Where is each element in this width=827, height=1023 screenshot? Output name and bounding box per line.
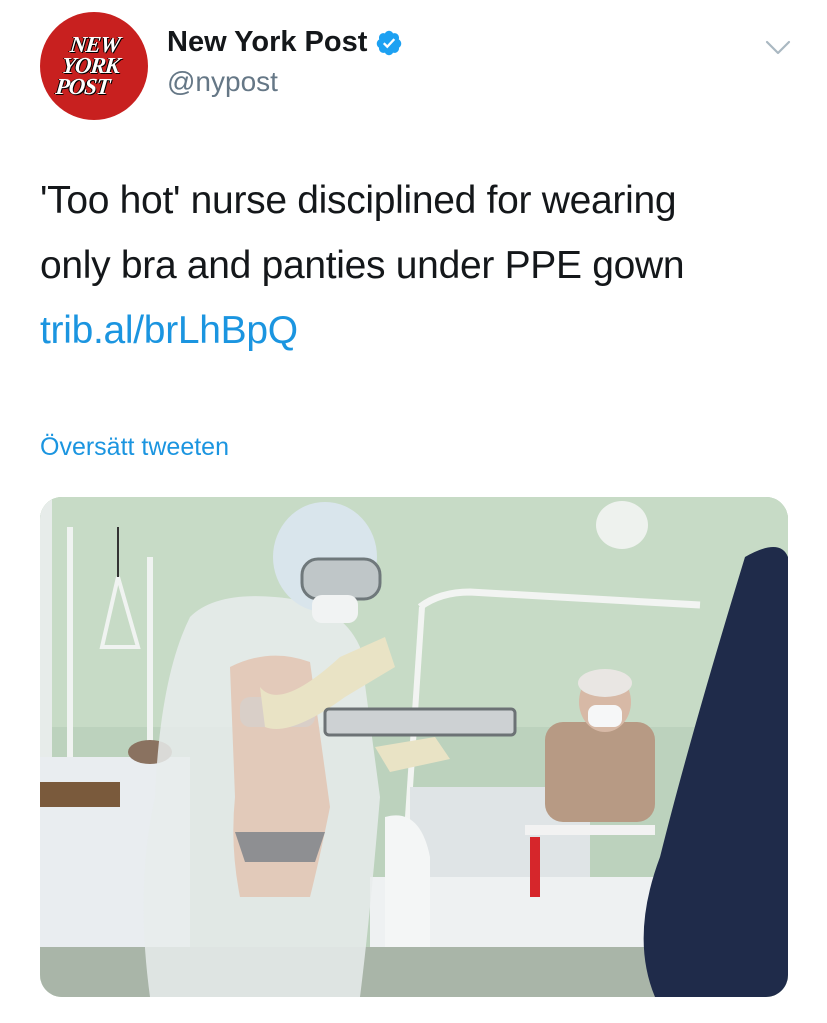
account-handle[interactable]: @nypost [167, 66, 278, 98]
account-name[interactable]: New York Post [167, 26, 367, 59]
avatar[interactable]: NEW YORK POST [40, 12, 148, 120]
tweet-text-line: only bra and panties under PPE gown [40, 244, 685, 287]
nypost-logo: NEW YORK POST [54, 32, 121, 99]
tweet-text-line: 'Too hot' nurse disciplined for wearing [40, 179, 677, 222]
tweet-link[interactable]: trib.al/brLhBpQ [40, 298, 800, 363]
tweet-text: 'Too hot' nurse disciplined for wearing … [40, 168, 800, 363]
hospital-ward-photo [40, 497, 788, 997]
verified-badge-icon [377, 30, 402, 55]
account-name-row: New York Post [167, 26, 403, 59]
chevron-down-icon[interactable] [764, 36, 792, 58]
tweet-photo[interactable] [40, 497, 788, 997]
translate-tweet-link[interactable]: Översätt tweeten [40, 433, 229, 462]
